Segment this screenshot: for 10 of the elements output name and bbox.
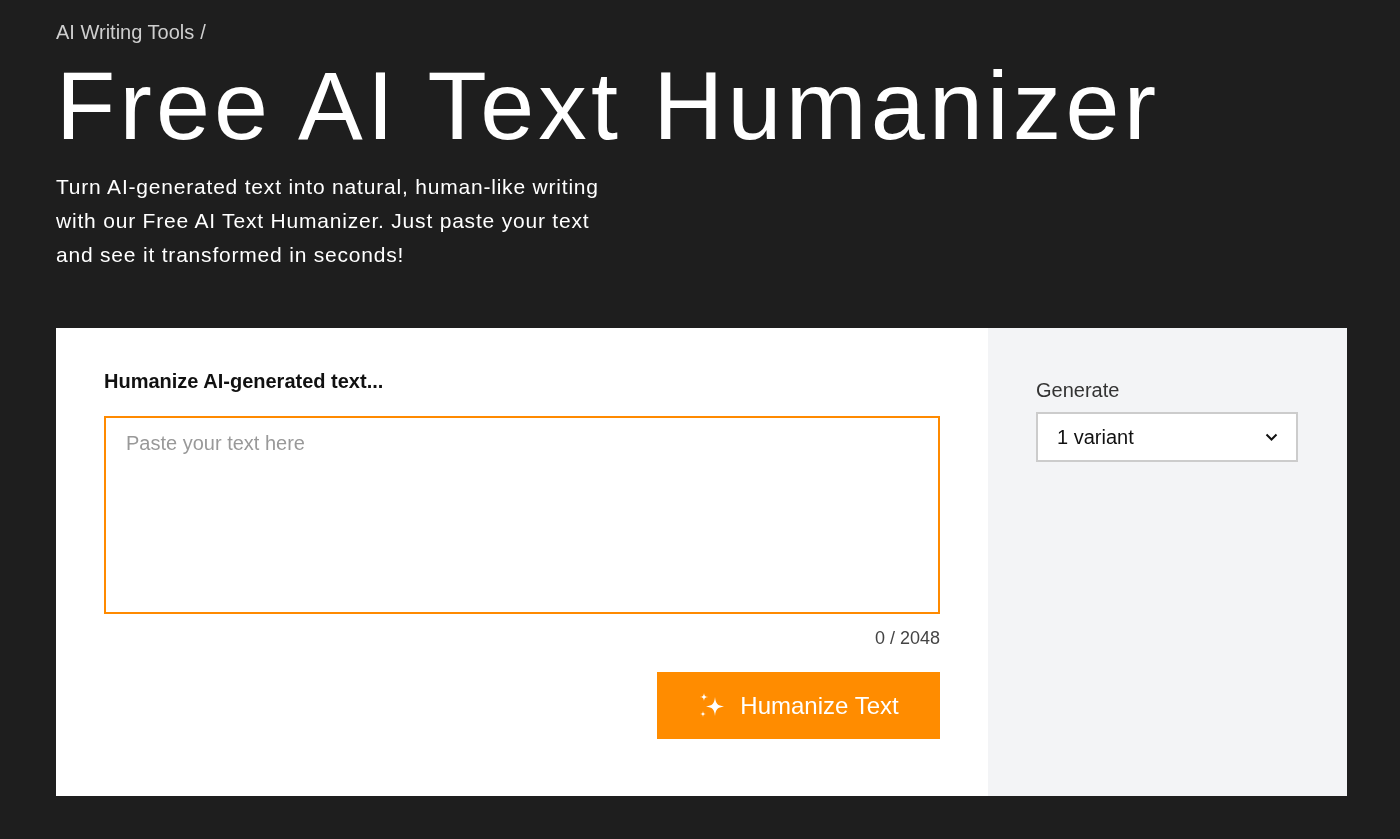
chevron-down-icon: [1265, 433, 1278, 441]
page-description: Turn AI-generated text into natural, human-like writing with our Free AI Text Humanizer. Just paste your text and see it transformed in seconds!: [56, 174, 600, 268]
page-title: Free AI Text Humanizer: [56, 56, 1161, 156]
breadcrumb-separator: /: [200, 20, 206, 44]
text-input-field[interactable]: Paste your text here: [104, 416, 940, 614]
variant-dropdown[interactable]: 1 variant: [1036, 412, 1298, 462]
generate-label: Generate: [1036, 378, 1120, 402]
breadcrumb-link[interactable]: AI Writing Tools: [56, 20, 195, 44]
character-counter: 0 / 2048: [874, 627, 940, 649]
input-label: Humanize AI-generated text...: [104, 369, 384, 394]
